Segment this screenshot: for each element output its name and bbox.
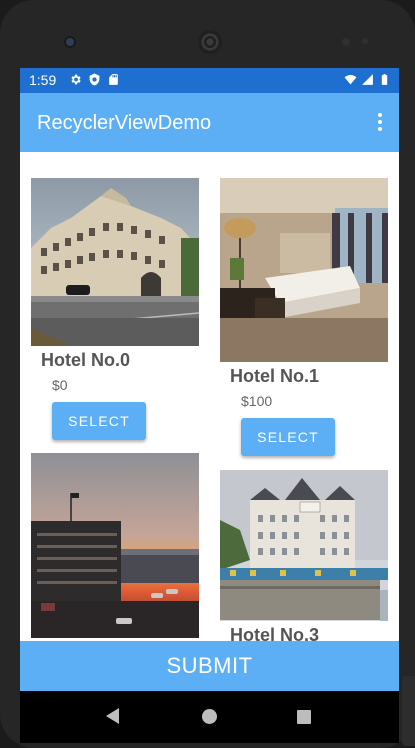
app-title: RecyclerViewDemo <box>37 112 212 134</box>
front-camera <box>64 36 76 48</box>
proximity-sensor <box>342 38 350 46</box>
hotel-card: Hotel No.0 $0 SELECT <box>31 178 201 440</box>
select-button[interactable]: SELECT <box>52 402 146 440</box>
hotel-card: Hotel No.3 <box>220 470 390 646</box>
hotel-name: Hotel No.1 <box>230 366 320 386</box>
recents-icon[interactable] <box>297 710 311 724</box>
hotel-price: $100 <box>241 393 273 409</box>
submit-button[interactable]: SUBMIT <box>20 641 399 691</box>
hotel-image[interactable] <box>220 178 388 362</box>
phone-top-bezel <box>0 0 415 68</box>
select-button[interactable]: SELECT <box>241 418 335 456</box>
status-time: 1:59 <box>29 72 57 88</box>
navigation-bar <box>20 691 399 743</box>
wifi-icon <box>344 74 357 85</box>
shield-icon <box>89 73 100 86</box>
status-bar: 1:59 <box>20 68 399 93</box>
app-bar: RecyclerViewDemo <box>20 93 399 152</box>
gear-icon <box>71 74 81 85</box>
hotel-image[interactable] <box>31 178 199 346</box>
hotel-image[interactable] <box>31 453 199 638</box>
hotel-card <box>31 453 201 638</box>
sd-card-icon <box>109 74 118 85</box>
signal-icon <box>362 74 373 85</box>
light-sensor <box>362 38 368 44</box>
home-icon[interactable] <box>202 709 217 724</box>
screen: 1:59 RecyclerViewDemo Hotel No.0 $0 SELE… <box>20 68 399 691</box>
hotel-price: $0 <box>52 377 68 393</box>
hotel-name: Hotel No.0 <box>41 350 131 370</box>
hotel-card: Hotel No.1 $100 SELECT <box>220 178 390 456</box>
hotel-image[interactable] <box>220 470 388 621</box>
earpiece-speaker <box>198 30 222 54</box>
side-button <box>402 676 415 746</box>
back-icon[interactable] <box>106 708 119 724</box>
more-vert-icon[interactable] <box>376 113 384 133</box>
battery-icon <box>381 74 388 85</box>
